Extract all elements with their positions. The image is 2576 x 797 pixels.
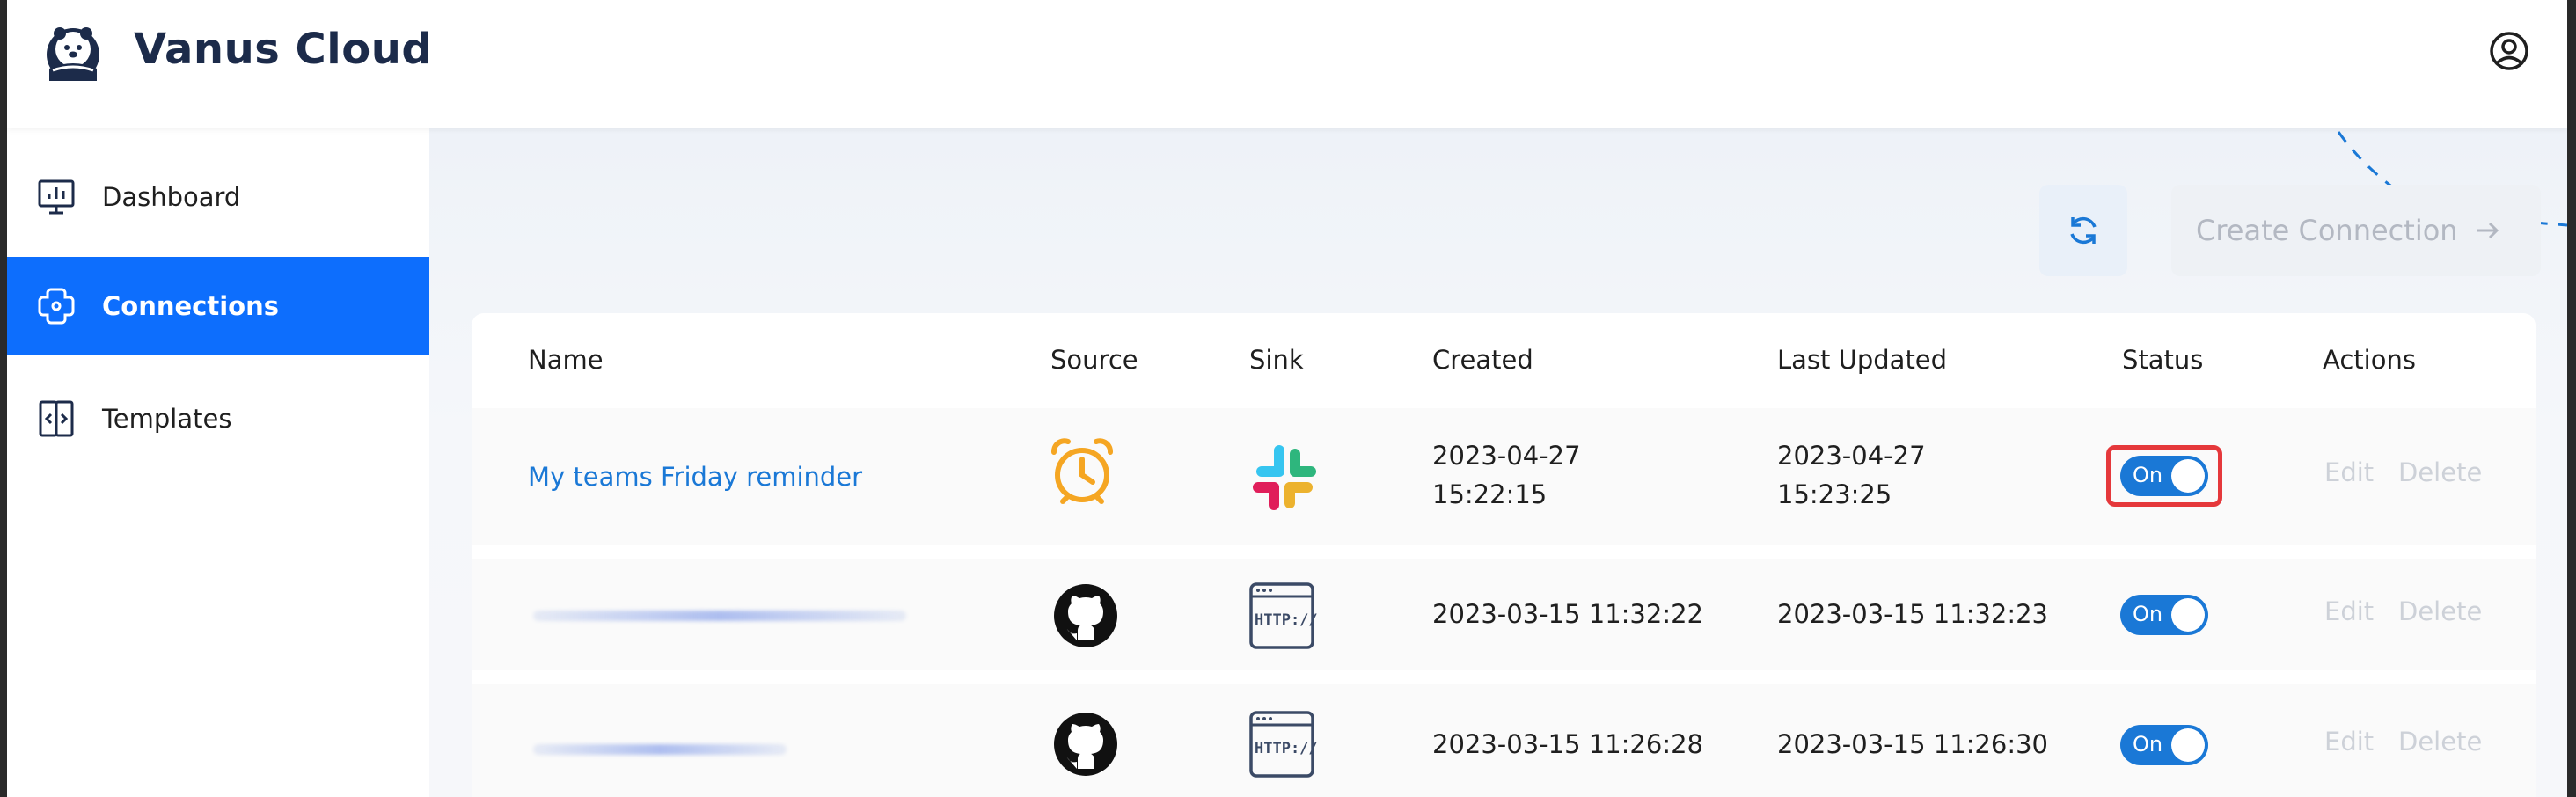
edit-button[interactable]: Edit [2324, 457, 2374, 487]
redacted-connection-name[interactable] [533, 611, 906, 621]
github-icon [1054, 713, 1117, 776]
sidebar-item-label: Templates [102, 404, 232, 434]
template-code-icon [35, 398, 77, 440]
sidebar-item-dashboard[interactable]: Dashboard [7, 148, 429, 246]
column-header-name[interactable]: Name [528, 345, 604, 375]
table-row: HTTP:// 2023-03-15 11:32:22 2023-03-15 1… [472, 559, 2536, 670]
window-edge-right [2567, 0, 2576, 797]
refresh-icon [2070, 216, 2097, 245]
arrow-right-icon [2477, 222, 2499, 239]
status-toggle-label: On [2133, 732, 2163, 757]
edit-button[interactable]: Edit [2324, 727, 2374, 757]
created-date: 2023-04-27 [1432, 441, 1581, 471]
created-timestamp: 2023-03-15 11:26:28 [1432, 729, 1703, 759]
column-header-created[interactable]: Created [1432, 345, 1533, 375]
refresh-button[interactable] [2039, 185, 2127, 276]
status-toggle[interactable]: On [2120, 456, 2208, 496]
sidebar-item-templates[interactable]: Templates [7, 369, 429, 468]
sidebar-item-label: Dashboard [102, 182, 241, 212]
connections-table: Name Source Sink Created Last Updated St… [472, 313, 2536, 797]
sidebar-item-label: Connections [102, 291, 279, 321]
delete-button[interactable]: Delete [2398, 727, 2482, 757]
updated-time: 15:23:25 [1777, 479, 1892, 509]
column-header-actions[interactable]: Actions [2323, 345, 2416, 375]
svg-text:HTTP://: HTTP:// [1255, 611, 1318, 629]
created-time: 15:22:15 [1432, 479, 1548, 509]
column-header-status[interactable]: Status [2122, 345, 2203, 375]
create-connection-label: Create Connection [2196, 214, 2458, 247]
redacted-connection-name[interactable] [533, 744, 787, 755]
app-header: Vanus Cloud [7, 0, 2567, 128]
delete-button[interactable]: Delete [2398, 596, 2482, 626]
monitor-chart-icon [35, 176, 77, 218]
slack-icon [1253, 445, 1316, 510]
status-toggle-label: On [2133, 602, 2163, 626]
toggle-knob [2171, 728, 2205, 762]
user-circle-icon[interactable] [2488, 30, 2530, 72]
toggle-knob [2171, 598, 2205, 632]
updated-timestamp: 2023-03-15 11:32:23 [1777, 599, 2048, 629]
updated-timestamp: 2023-03-15 11:26:30 [1777, 729, 2048, 759]
svg-text:HTTP://: HTTP:// [1255, 740, 1318, 757]
alarm-clock-icon [1051, 438, 1113, 504]
toggle-knob [2171, 459, 2205, 493]
status-toggle[interactable]: On [2120, 595, 2208, 635]
window-edge-left [0, 0, 7, 797]
created-timestamp: 2023-03-15 11:32:22 [1432, 599, 1703, 629]
create-connection-button[interactable]: Create Connection [2171, 185, 2541, 276]
connection-name-link[interactable]: My teams Friday reminder [528, 457, 862, 496]
connection-plug-icon [35, 285, 77, 327]
delete-button[interactable]: Delete [2398, 457, 2482, 487]
status-toggle[interactable]: On [2120, 725, 2208, 765]
updated-date: 2023-04-27 [1777, 441, 1926, 471]
table-row: HTTP:// 2023-03-15 11:26:28 2023-03-15 1… [472, 684, 2536, 797]
column-header-source[interactable]: Source [1050, 345, 1138, 375]
http-icon: HTTP:// [1249, 711, 1318, 778]
column-header-last-updated[interactable]: Last Updated [1777, 345, 1947, 375]
sidebar: Dashboard Connections Templates [7, 128, 429, 797]
column-header-sink[interactable]: Sink [1249, 345, 1304, 375]
github-icon [1054, 584, 1117, 647]
sidebar-item-connections[interactable]: Connections [7, 257, 429, 355]
otter-logo-icon[interactable] [40, 19, 106, 84]
status-toggle-label: On [2133, 463, 2163, 487]
table-row: My teams Friday reminder 2023-04-27 15:2… [472, 408, 2536, 545]
edit-button[interactable]: Edit [2324, 596, 2374, 626]
http-icon: HTTP:// [1249, 582, 1318, 649]
app-title: Vanus Cloud [134, 25, 433, 74]
